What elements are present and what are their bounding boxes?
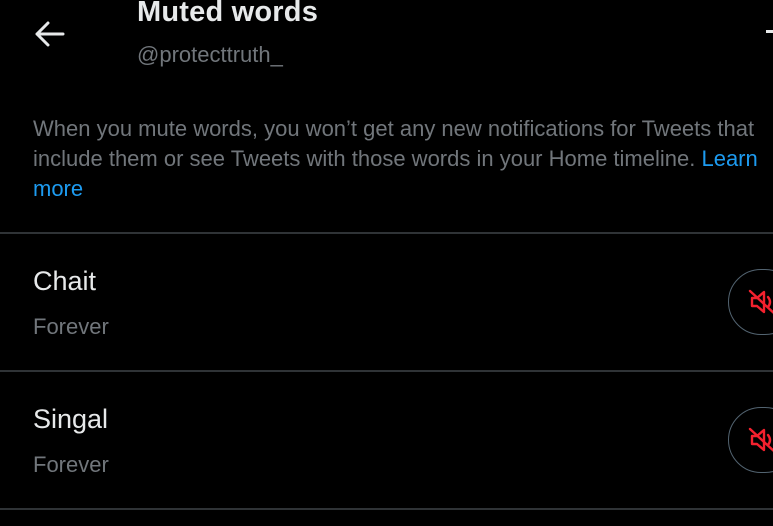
plus-icon bbox=[766, 30, 773, 33]
mute-duration: Forever bbox=[33, 452, 109, 477]
muted-word-row[interactable]: Singal Forever bbox=[0, 372, 773, 508]
unmute-button[interactable] bbox=[728, 407, 773, 473]
muted-word-row[interactable]: Chait Forever bbox=[0, 234, 773, 370]
unmute-speaker-icon bbox=[748, 427, 773, 452]
description-text: When you mute words, you won’t get any n… bbox=[33, 116, 755, 171]
back-button[interactable] bbox=[30, 14, 70, 54]
page-title: Muted words bbox=[137, 0, 319, 28]
unmute-button[interactable] bbox=[728, 269, 773, 335]
mute-duration: Forever bbox=[33, 314, 109, 339]
account-handle: @protecttruth_ bbox=[137, 42, 283, 67]
unmute-speaker-icon bbox=[748, 289, 773, 314]
header: Muted words @protecttruth_ bbox=[0, 0, 773, 90]
muted-words-description: When you mute words, you won’t get any n… bbox=[33, 114, 768, 204]
muted-word: Singal bbox=[33, 404, 109, 434]
muted-words-screen: Muted words @protecttruth_ When you mute… bbox=[0, 0, 773, 526]
muted-word: Chait bbox=[33, 266, 97, 296]
arrow-left-icon bbox=[35, 21, 65, 47]
divider bbox=[0, 508, 773, 510]
add-muted-word-button[interactable] bbox=[762, 20, 773, 44]
